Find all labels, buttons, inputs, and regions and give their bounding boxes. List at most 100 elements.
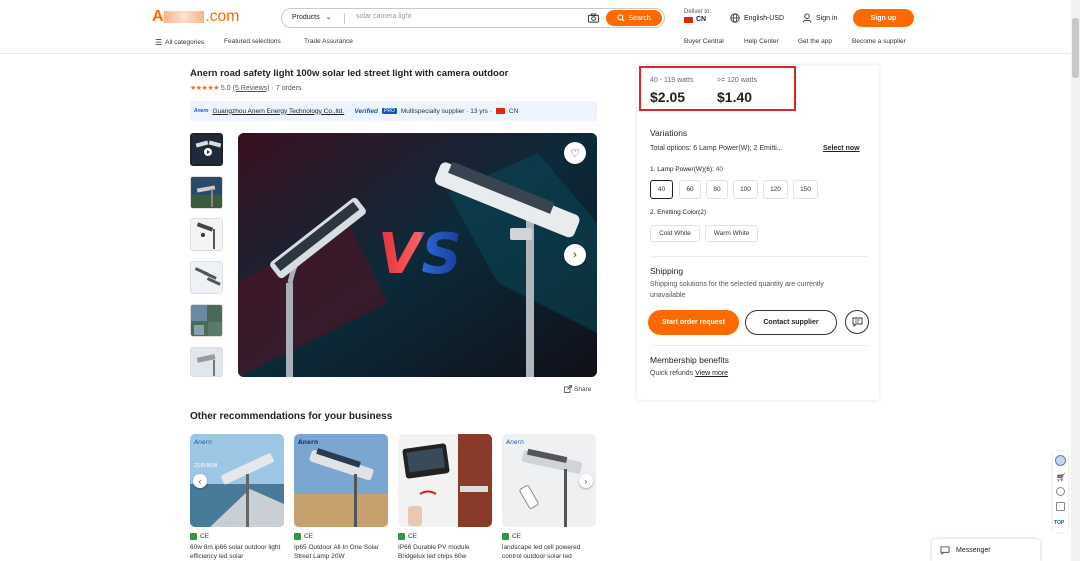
carousel-next-button[interactable]: › bbox=[579, 474, 593, 488]
card-1-badge: 210LM/W bbox=[194, 463, 217, 469]
page-scrollbar[interactable] bbox=[1071, 0, 1080, 561]
view-more-link[interactable]: View more bbox=[695, 370, 728, 377]
quick-refunds-text: Quick refunds bbox=[650, 370, 694, 377]
history-icon[interactable] bbox=[1056, 487, 1065, 496]
thumbnail-5[interactable] bbox=[190, 304, 223, 337]
supplier-brand-logo: Anern bbox=[194, 108, 209, 114]
deliver-country: CN bbox=[696, 16, 707, 23]
search-button-label: Search bbox=[628, 14, 651, 22]
chevron-down-icon: ⌄ bbox=[325, 14, 332, 21]
back-to-top-button[interactable]: TOP bbox=[1054, 520, 1064, 526]
favorite-button[interactable]: ♡ bbox=[564, 142, 586, 164]
main-product-image[interactable]: VS ♡ › bbox=[238, 133, 597, 377]
recommendation-card-2[interactable]: Anern CE Ip65 Outdoor All In One Solar S… bbox=[294, 434, 388, 561]
logo-suffix: .com bbox=[205, 8, 240, 25]
search-button[interactable]: Search bbox=[606, 10, 662, 26]
cart-icon[interactable]: 🛒︎ bbox=[1056, 473, 1066, 482]
color-option-warm-white[interactable]: Warm White bbox=[705, 225, 758, 242]
reviews-link[interactable]: (5 Reviews) bbox=[233, 85, 270, 92]
sign-in-label: Sign in bbox=[816, 14, 838, 22]
recommendation-card-1[interactable]: Anern 210LM/W ‹ CE 60w 8m ip66 solar outd… bbox=[190, 434, 284, 561]
power-option-40[interactable]: 40 bbox=[650, 180, 673, 199]
svg-text:Anern: Anern bbox=[193, 439, 212, 446]
nav-help-center[interactable]: Help Center bbox=[744, 38, 779, 45]
logo-prefix: A bbox=[152, 8, 164, 25]
nav-become-supplier[interactable]: Become a supplier bbox=[852, 38, 906, 45]
svg-text:Anern: Anern bbox=[505, 439, 524, 446]
green-badge-icon bbox=[502, 533, 509, 540]
svg-text:VS: VS bbox=[378, 222, 462, 287]
sign-in-link[interactable]: Sign in bbox=[802, 13, 837, 23]
thumbnail-4[interactable] bbox=[190, 261, 223, 294]
power-option-100[interactable]: 100 bbox=[733, 180, 758, 199]
search-category-select[interactable]: Products ⌄ bbox=[292, 13, 331, 21]
messenger-bar[interactable]: Messenger bbox=[932, 539, 1040, 561]
product-rating: ★★★★★ 5.0 (5 Reviews) · 7 orders bbox=[190, 84, 302, 93]
nav-featured-selections[interactable]: Featured selections bbox=[224, 38, 281, 45]
chat-button[interactable] bbox=[845, 310, 869, 334]
share-button[interactable]: Share bbox=[564, 385, 591, 393]
recommendation-card-3[interactable]: CE IP66 Durable PV module Bridgelux led … bbox=[398, 434, 492, 561]
next-image-button[interactable]: › bbox=[564, 244, 586, 266]
share-icon bbox=[564, 385, 572, 393]
price-tier-1-price: $2.05 bbox=[650, 89, 686, 105]
thumbnail-2[interactable] bbox=[190, 176, 223, 209]
recommendation-image-4: Anern › bbox=[502, 434, 596, 527]
feedback-icon[interactable] bbox=[1056, 502, 1065, 511]
supplier-bar: Anern Guangzhou Anern Energy Technology … bbox=[190, 101, 597, 121]
green-badge-icon bbox=[294, 533, 301, 540]
search-input[interactable]: solar camera light bbox=[356, 13, 411, 20]
messenger-label: Messenger bbox=[956, 546, 991, 554]
rating-stars: ★★★★★ bbox=[190, 85, 219, 92]
lamp-power-selected: 40 bbox=[715, 166, 723, 173]
color-option-cold-white[interactable]: Cold White bbox=[650, 225, 700, 242]
price-tier-1-range: 40 - 119 watts bbox=[650, 77, 694, 84]
ce-mark: CE bbox=[304, 533, 314, 540]
price-tier-2-price: $1.40 bbox=[717, 89, 753, 105]
power-option-80[interactable]: 80 bbox=[706, 180, 728, 199]
select-now-link[interactable]: Select now bbox=[823, 145, 860, 152]
recommendation-image-1: Anern 210LM/W ‹ bbox=[190, 434, 284, 527]
thumbnail-6[interactable] bbox=[190, 347, 223, 377]
share-label: Share bbox=[574, 385, 592, 393]
recommendation-title-3: IP66 Durable PV module Bridgelux led chi… bbox=[398, 544, 470, 560]
verified-badge: Verified bbox=[354, 107, 379, 115]
start-order-button[interactable]: Start order request bbox=[648, 310, 739, 335]
variations-total: Total options: 6 Lamp Power(W); 2 Emitti… bbox=[650, 145, 783, 152]
price-tier-2-range: >= 120 watts bbox=[717, 77, 758, 84]
carousel-prev-button[interactable]: ‹ bbox=[193, 474, 207, 488]
nav-buyer-central[interactable]: Buyer Central bbox=[684, 38, 724, 45]
recommendation-image-2: Anern bbox=[294, 434, 388, 527]
pro-badge: PRO bbox=[382, 108, 397, 114]
scrollbar-thumb[interactable] bbox=[1072, 18, 1079, 78]
contact-supplier-button[interactable]: Contact supplier bbox=[745, 310, 837, 335]
language-selector[interactable]: English-USD bbox=[730, 13, 784, 23]
side-toolbar: 🛒︎ TOP bbox=[1053, 452, 1068, 532]
thumbnail-3[interactable] bbox=[190, 218, 223, 251]
power-option-120[interactable]: 120 bbox=[763, 180, 788, 199]
assistant-icon[interactable] bbox=[1055, 455, 1066, 466]
power-option-60[interactable]: 60 bbox=[679, 180, 701, 199]
camera-icon[interactable] bbox=[588, 13, 599, 23]
sign-up-button[interactable]: Sign up bbox=[853, 9, 914, 27]
thumbnail-1[interactable] bbox=[190, 133, 223, 166]
product-title: Anern road safety light 100w solar led s… bbox=[190, 68, 509, 79]
supplier-name-link[interactable]: Guangzhou Anern Energy Technology Co.,lt… bbox=[212, 108, 344, 115]
green-badge-icon bbox=[190, 533, 197, 540]
site-logo[interactable]: A .com bbox=[152, 8, 239, 26]
recommendation-card-4[interactable]: Anern › CE landscape led cell powered co… bbox=[502, 434, 596, 561]
nav-get-the-app[interactable]: Get the app bbox=[798, 38, 832, 45]
language-label: English-USD bbox=[744, 14, 785, 22]
ce-mark: CE bbox=[512, 533, 522, 540]
menu-icon: ☰ bbox=[155, 38, 163, 47]
power-option-150[interactable]: 150 bbox=[793, 180, 818, 199]
nav-trade-assurance[interactable]: Trade Assurance bbox=[304, 38, 353, 45]
search-bar[interactable]: Products ⌄ solar camera light Search bbox=[281, 8, 665, 28]
street-light-comparison-image: VS bbox=[238, 133, 597, 377]
chevron-right-icon: › bbox=[573, 249, 577, 261]
deliver-to[interactable]: Deliver to: CN bbox=[684, 9, 711, 23]
nav-all-categories[interactable]: ☰ All categories bbox=[155, 38, 204, 47]
header-divider bbox=[0, 53, 1080, 54]
chevron-left-icon: ‹ bbox=[198, 476, 202, 486]
recommendation-image-3 bbox=[398, 434, 492, 527]
